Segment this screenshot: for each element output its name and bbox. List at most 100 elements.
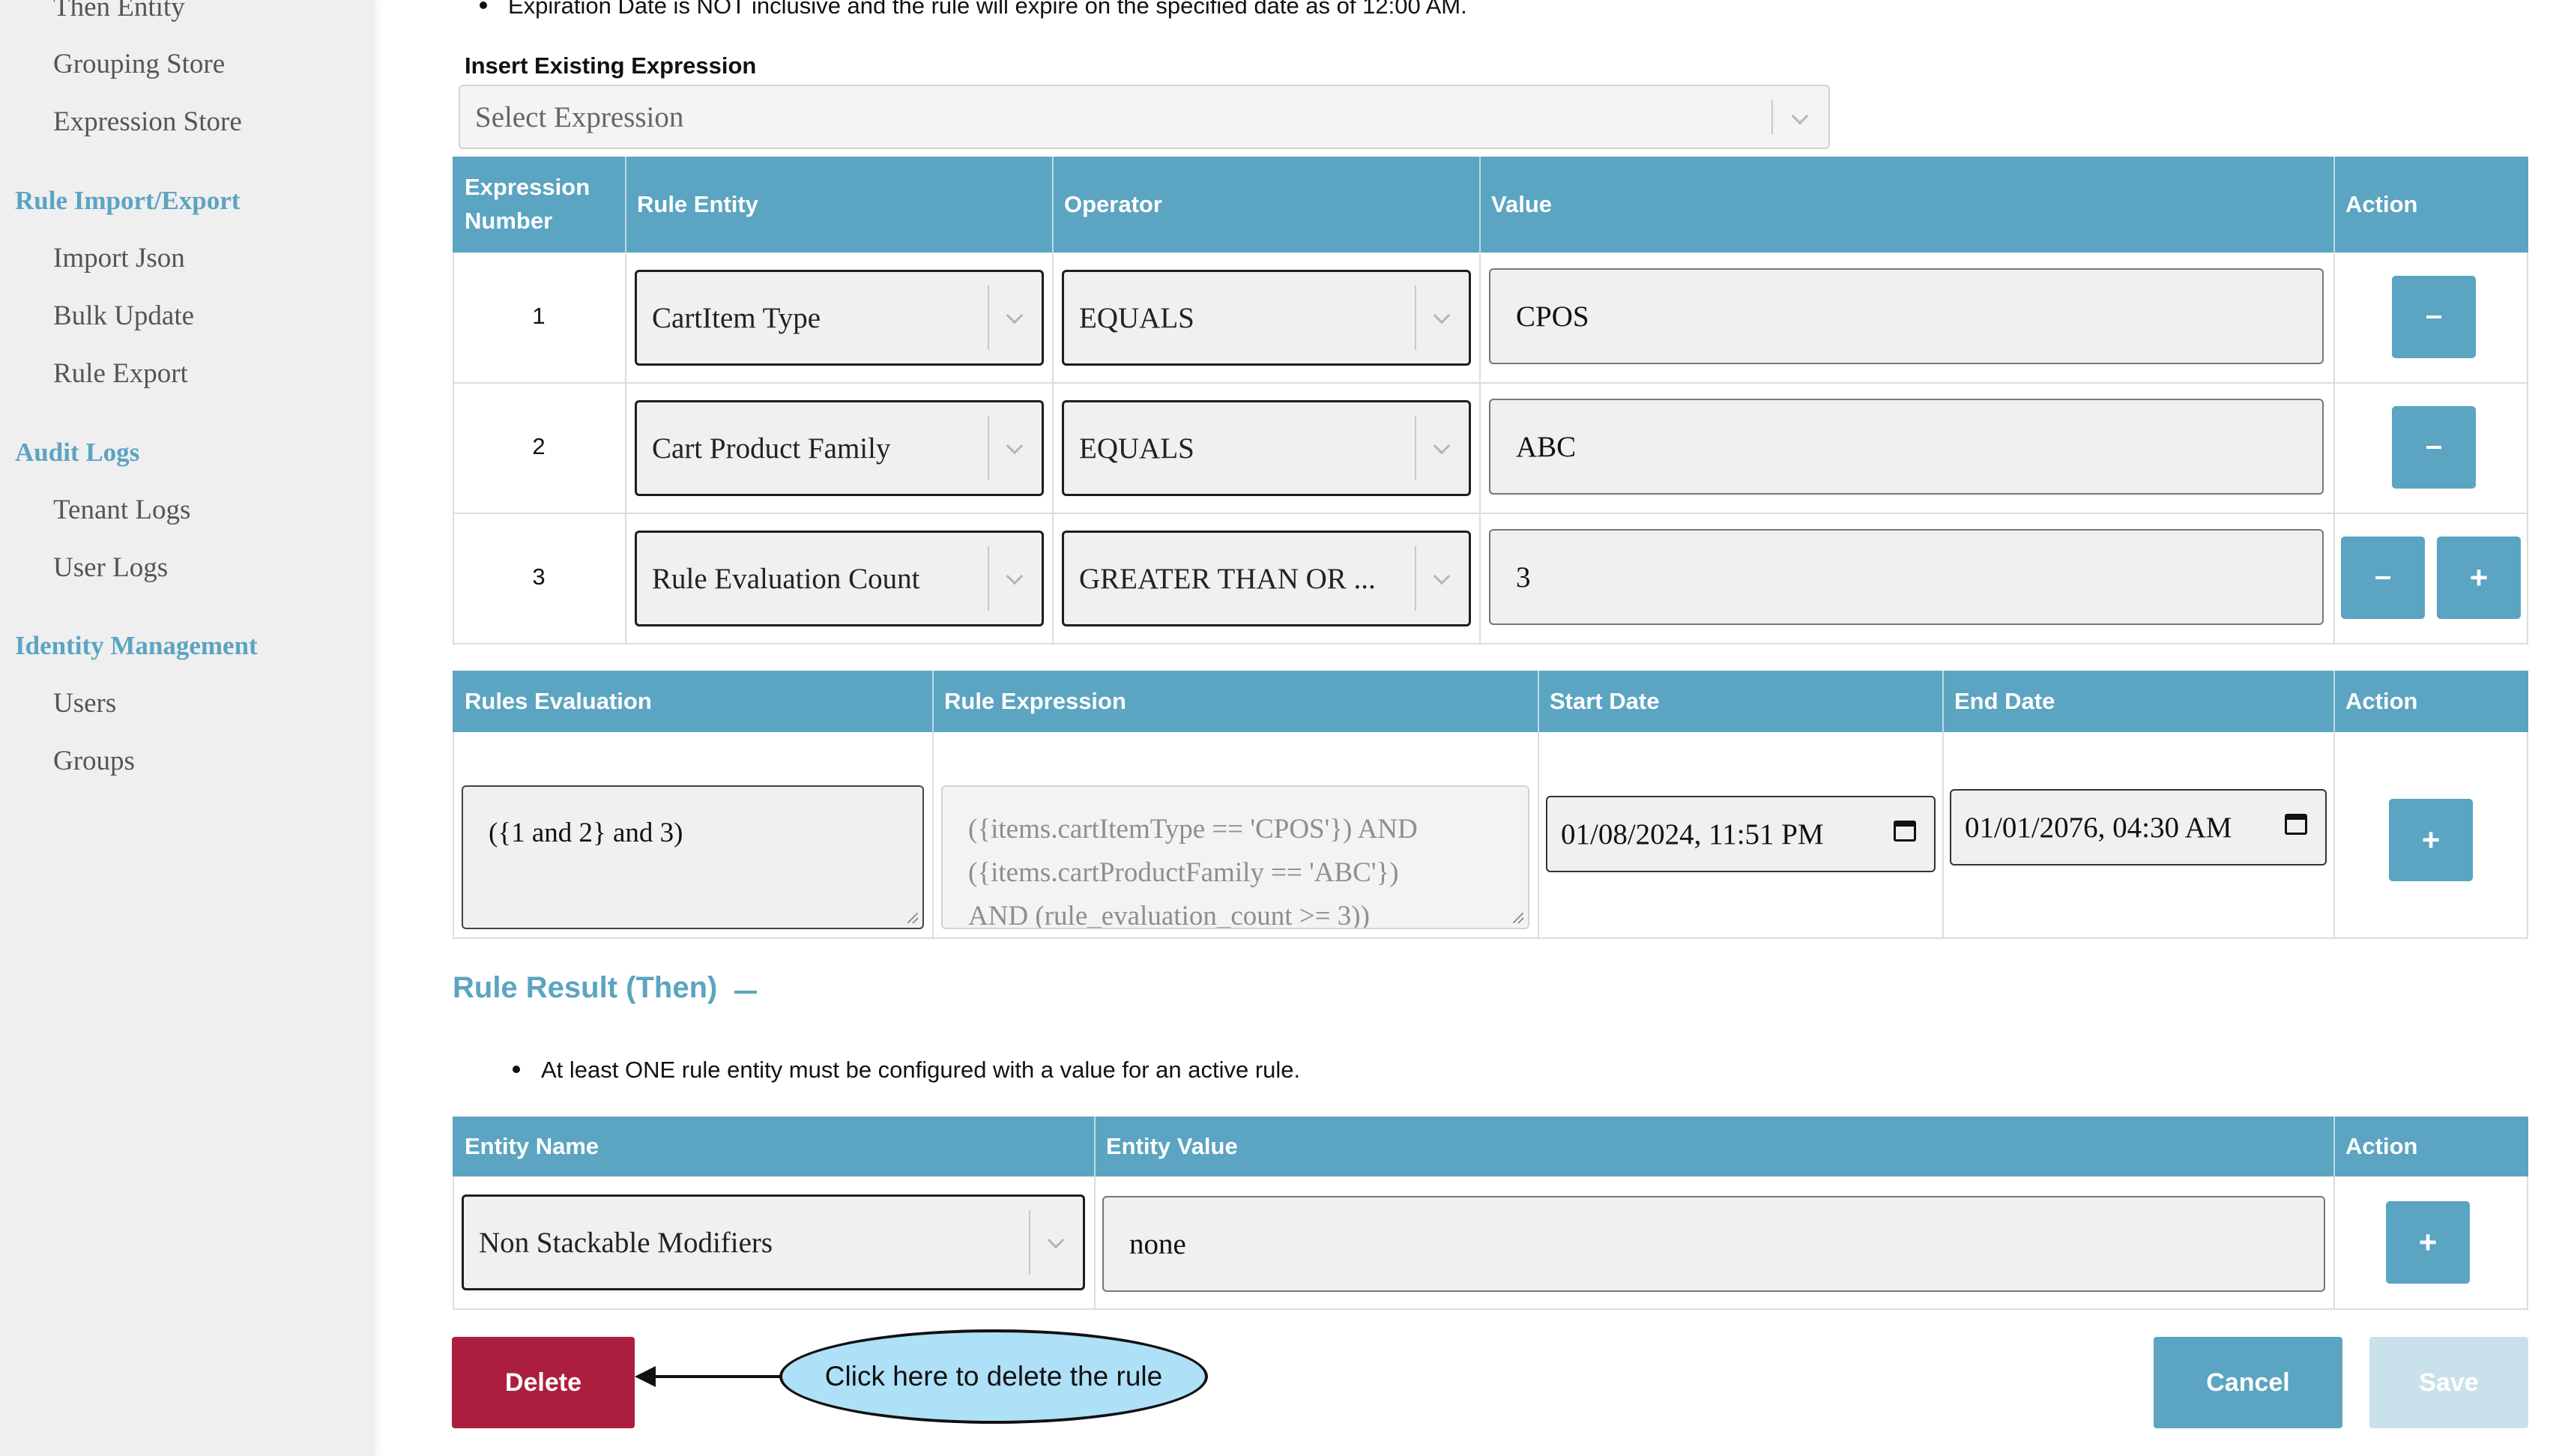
column-divider bbox=[1538, 732, 1539, 939]
rule-entity-value: Cart Product Family bbox=[652, 432, 891, 465]
header-rules-evaluation: Rules Evaluation bbox=[453, 671, 932, 732]
header-separator bbox=[932, 671, 934, 732]
dropdown-divider bbox=[1771, 100, 1773, 134]
add-evaluation-button[interactable]: + bbox=[2389, 799, 2473, 881]
chevron-down-icon bbox=[1006, 306, 1024, 324]
header-start-date: Start Date bbox=[1538, 671, 1942, 732]
end-date-input[interactable]: 01/01/2076, 04:30 AM bbox=[1950, 789, 2327, 866]
rule-expression-textarea: ({items.cartItemType == 'CPOS'}) AND ({i… bbox=[941, 785, 1529, 929]
header-entity-name: Entity Name bbox=[453, 1117, 1094, 1176]
operator-value: GREATER THAN OR ... bbox=[1079, 562, 1376, 595]
dropdown-divider bbox=[988, 286, 989, 350]
chevron-down-icon bbox=[1006, 567, 1024, 585]
row-divider bbox=[453, 382, 2528, 384]
callout-arrow bbox=[635, 1366, 782, 1387]
column-divider bbox=[2333, 253, 2335, 644]
header-separator bbox=[1942, 671, 1944, 732]
column-divider bbox=[1052, 253, 1054, 644]
remove-expression-button[interactable] bbox=[2392, 276, 2476, 358]
rule-entity-select[interactable]: Rule Evaluation Count bbox=[635, 531, 1044, 626]
dropdown-divider bbox=[988, 546, 989, 611]
delete-button[interactable]: Delete bbox=[452, 1337, 635, 1428]
value-input[interactable]: CPOS bbox=[1489, 268, 2324, 364]
entity-value-input[interactable]: none bbox=[1102, 1196, 2325, 1292]
main-content: Expiration Date is NOT inclusive and the… bbox=[0, 0, 2574, 1456]
chevron-down-icon bbox=[1047, 1231, 1065, 1249]
expression-number: 3 bbox=[532, 564, 546, 590]
rule-expression-line: ({items.cartItemType == 'CPOS'}) AND bbox=[968, 814, 1418, 845]
resize-handle-icon bbox=[1513, 913, 1523, 923]
operator-value: EQUALS bbox=[1079, 301, 1194, 334]
dropdown-divider bbox=[1415, 546, 1416, 611]
column-divider bbox=[1094, 1176, 1096, 1310]
expression-number: 2 bbox=[532, 433, 546, 459]
remove-expression-button[interactable] bbox=[2341, 537, 2425, 619]
dropdown-divider bbox=[988, 416, 989, 480]
entity-name-select[interactable]: Non Stackable Modifiers bbox=[462, 1194, 1085, 1290]
rule-entity-select[interactable]: CartItem Type bbox=[635, 270, 1044, 366]
calendar-icon[interactable] bbox=[2285, 814, 2307, 835]
add-entity-button[interactable]: + bbox=[2386, 1201, 2470, 1284]
dropdown-divider bbox=[1415, 416, 1416, 480]
minus-icon bbox=[2426, 446, 2441, 449]
delete-callout: Click here to delete the rule bbox=[779, 1329, 1208, 1424]
header-end-date: End Date bbox=[1942, 671, 2333, 732]
column-divider bbox=[1942, 732, 1944, 939]
header-separator bbox=[2333, 671, 2335, 732]
minus-icon bbox=[2426, 315, 2441, 318]
header-action: Action bbox=[2333, 1117, 2528, 1176]
rule-expression-line: ({items.cartProductFamily == 'ABC'}) bbox=[968, 857, 1399, 888]
chevron-down-icon bbox=[1791, 107, 1809, 125]
header-separator bbox=[1094, 1117, 1096, 1176]
header-action: Action bbox=[2333, 157, 2528, 253]
column-divider bbox=[932, 732, 934, 939]
rule-result-title: Rule Result (Then) bbox=[453, 971, 718, 1004]
operator-select[interactable]: EQUALS bbox=[1062, 270, 1471, 366]
header-value: Value bbox=[1479, 157, 2333, 253]
rule-entity-select[interactable]: Cart Product Family bbox=[635, 400, 1044, 496]
header-action: Action bbox=[2333, 671, 2528, 732]
start-date-input[interactable]: 01/08/2024, 11:51 PM bbox=[1546, 796, 1936, 872]
expression-number: 1 bbox=[532, 303, 546, 329]
resize-handle-icon[interactable] bbox=[907, 913, 918, 923]
chevron-down-icon bbox=[1433, 567, 1451, 585]
rule-entity-value: Rule Evaluation Count bbox=[652, 562, 920, 595]
header-operator: Operator bbox=[1052, 157, 1479, 253]
rule-result-note-text: At least ONE rule entity must be configu… bbox=[541, 1057, 1301, 1083]
header-separator bbox=[625, 157, 626, 253]
header-separator bbox=[2333, 1117, 2335, 1176]
value-input[interactable]: ABC bbox=[1489, 399, 2324, 495]
rule-expression-line: AND (rule_evaluation_count >= 3)) bbox=[968, 901, 1370, 929]
column-divider bbox=[625, 253, 626, 644]
insert-expression-label: Insert Existing Expression bbox=[465, 52, 757, 79]
entity-name-value: Non Stackable Modifiers bbox=[479, 1226, 773, 1259]
add-expression-button[interactable]: + bbox=[2437, 537, 2521, 619]
operator-select[interactable]: GREATER THAN OR ... bbox=[1062, 531, 1471, 626]
operator-select[interactable]: EQUALS bbox=[1062, 400, 1471, 496]
value-input[interactable]: 3 bbox=[1489, 529, 2324, 625]
row-divider bbox=[453, 513, 2528, 514]
chevron-down-icon bbox=[1006, 437, 1024, 455]
expiration-note: Expiration Date is NOT inclusive and the… bbox=[480, 0, 1467, 19]
column-divider bbox=[2333, 732, 2335, 939]
start-date-value: 01/08/2024, 11:51 PM bbox=[1561, 818, 1824, 851]
header-separator bbox=[1538, 671, 1539, 732]
rules-evaluation-textarea[interactable]: ({1 and 2} and 3) bbox=[462, 785, 924, 929]
minus-icon bbox=[2375, 576, 2390, 579]
bullet-icon bbox=[513, 1065, 520, 1073]
calendar-icon[interactable] bbox=[1894, 821, 1916, 842]
header-expression-number: Expression Number bbox=[453, 157, 625, 253]
remove-expression-button[interactable] bbox=[2392, 406, 2476, 489]
collapse-icon[interactable] bbox=[734, 991, 757, 994]
header-separator bbox=[2333, 157, 2335, 253]
end-date-value: 01/01/2076, 04:30 AM bbox=[1965, 811, 2232, 844]
header-separator bbox=[1052, 157, 1054, 253]
header-entity-value: Entity Value bbox=[1094, 1117, 2333, 1176]
rule-result-note: At least ONE rule entity must be configu… bbox=[513, 1057, 1301, 1084]
chevron-down-icon bbox=[1433, 437, 1451, 455]
select-expression-dropdown[interactable]: Select Expression bbox=[459, 85, 1830, 149]
rules-evaluation-value: ({1 and 2} and 3) bbox=[489, 818, 683, 848]
header-separator bbox=[1479, 157, 1481, 253]
save-button[interactable]: Save bbox=[2369, 1337, 2528, 1428]
cancel-button[interactable]: Cancel bbox=[2154, 1337, 2342, 1428]
